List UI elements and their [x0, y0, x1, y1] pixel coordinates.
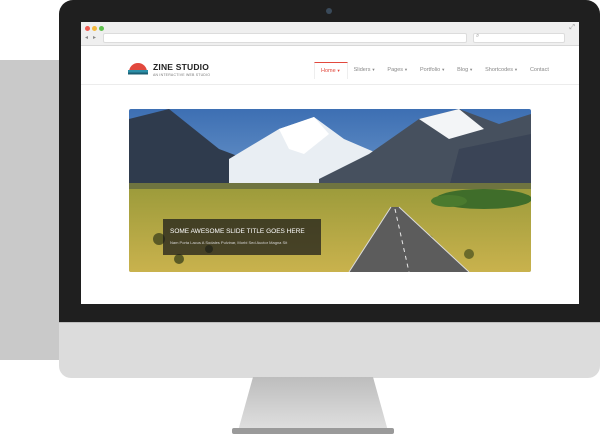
expand-icon[interactable]: ⤢	[569, 24, 575, 32]
nav-label: Portfolio	[420, 67, 441, 73]
slide-subtitle: Nam Porta Lacus A Sodales Pulvinar, Morb…	[170, 240, 288, 245]
nav-item-home[interactable]: Home▼	[314, 62, 348, 79]
chevron-right-icon[interactable]: ▸	[93, 34, 96, 41]
nav-label: Contact	[529, 67, 549, 73]
nav-item-pages[interactable]: Pages▼	[381, 62, 414, 78]
address-bar[interactable]	[103, 33, 467, 43]
nav-item-portfolio[interactable]: Portfolio▼	[414, 62, 451, 78]
nav-item-contact[interactable]: Contact	[524, 62, 555, 78]
monitor-foot	[232, 428, 394, 434]
nav-item-blog[interactable]: Blog▼	[451, 62, 479, 78]
nav-item-sliders[interactable]: Sliders▼	[348, 62, 382, 78]
chevron-down-icon: ▼	[336, 68, 341, 73]
monitor-screen: ⤢ ◂ ▸ ⌕ ZINE STUDIO AN INTERACTIVE WEB S…	[81, 22, 579, 304]
nav-label: Shortcodes	[485, 67, 513, 73]
chevron-down-icon: ▼	[441, 67, 446, 72]
nav-label: Home	[321, 68, 336, 74]
site-tagline: AN INTERACTIVE WEB STUDIO	[153, 73, 211, 77]
nav-label: Blog	[457, 67, 469, 73]
camera-icon	[326, 8, 332, 14]
chevron-left-icon[interactable]: ◂	[85, 34, 88, 41]
maximize-window-button[interactable]	[99, 26, 104, 31]
slide-title: SOME AWESOME SLIDE TITLE GOES HERE	[170, 228, 305, 235]
nav-label: Pages	[387, 67, 404, 73]
logo-icon[interactable]	[128, 61, 148, 75]
chevron-down-icon: ▼	[469, 67, 474, 72]
hero-slider[interactable]: SOME AWESOME SLIDE TITLE GOES HERE Nam P…	[129, 109, 531, 272]
chevron-down-icon: ▼	[371, 67, 376, 72]
chevron-down-icon: ▼	[513, 67, 518, 72]
main-navigation: Home▼ Sliders▼ Pages▼ Portfolio▼ Blog▼ S…	[314, 62, 555, 79]
nav-label: Sliders	[353, 67, 371, 73]
search-icon: ⌕	[476, 33, 480, 39]
header-divider	[81, 84, 579, 85]
slide-caption: SOME AWESOME SLIDE TITLE GOES HERE Nam P…	[163, 219, 321, 255]
nav-item-shortcodes[interactable]: Shortcodes▼	[479, 62, 524, 78]
monitor-chin	[59, 322, 600, 378]
site-brand[interactable]: ZINE STUDIO	[153, 62, 209, 72]
monitor-stand	[238, 377, 388, 431]
minimize-window-button[interactable]	[92, 26, 97, 31]
browser-toolbar: ⤢ ◂ ▸ ⌕	[81, 22, 579, 46]
browser-search-input[interactable]: ⌕	[473, 33, 565, 43]
chevron-down-icon: ▼	[404, 67, 408, 72]
close-window-button[interactable]	[85, 26, 90, 31]
